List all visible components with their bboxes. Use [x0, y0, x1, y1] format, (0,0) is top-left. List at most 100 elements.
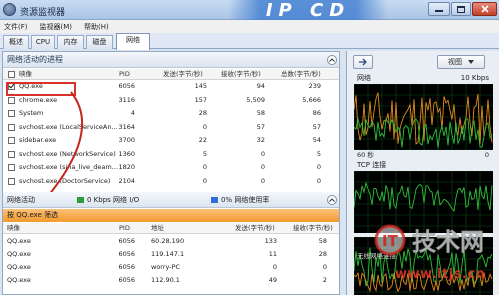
process-checkbox[interactable] [8, 123, 15, 131]
conn-recv: 2 [322, 276, 327, 284]
wireless-graph-plot [354, 237, 493, 295]
filter-bar[interactable]: 按 QQ.exe 筛选 [3, 209, 339, 222]
menu-file[interactable]: 文件(F) [4, 22, 28, 32]
network-graph [354, 84, 493, 150]
conn-col-recv[interactable]: 接收(字节/秒) [293, 223, 333, 234]
process-recv: 0 [260, 163, 265, 171]
col-send[interactable]: 发送(字节/秒) [163, 69, 203, 80]
process-checkbox[interactable] [8, 177, 15, 185]
view-dropdown[interactable]: 视图 [437, 55, 485, 69]
collapse-button[interactable] [327, 55, 337, 65]
usage-text: 0% 网络使用率 [221, 196, 270, 204]
tab-overview[interactable]: 概述 [3, 35, 29, 49]
col-pid[interactable]: PID [119, 69, 130, 80]
conn-send: 11 [268, 250, 277, 258]
menu-help[interactable]: 帮助(H) [84, 22, 109, 32]
conn-col-image[interactable]: 映像 [7, 223, 20, 234]
process-pid: 6056 [118, 82, 135, 90]
network-graph-scale: 10 Kbps [460, 74, 489, 82]
conn-pid: 6056 [118, 250, 135, 258]
tab-network[interactable]: 网络 [116, 33, 150, 50]
connections-column-header: 映像 PID 地址 发送(字节/秒) 接收(字节/秒) [3, 223, 339, 234]
processes-section-header[interactable]: 网络活动的进程 [3, 52, 339, 68]
network-graph-plot [354, 84, 493, 150]
window-title: 资源监视器 [20, 8, 66, 18]
process-send: 157 [194, 95, 207, 104]
process-row[interactable]: svchost.exe (LocalServiceAn... 3164 0 57 57 [3, 122, 339, 133]
process-total: 54 [312, 136, 321, 144]
conn-send: 133 [264, 237, 277, 245]
process-checkbox[interactable] [8, 164, 15, 171]
activity-summary-bar[interactable]: 网络活动 0 Kbps 网络 I/O 0% 网络使用率 [3, 192, 339, 208]
conn-name: QQ.exe [7, 263, 31, 271]
tab-disk[interactable]: 磁盘 [86, 35, 113, 49]
process-checkbox[interactable] [8, 96, 15, 104]
process-row[interactable]: svchost.exe (sina_live_deam... 1820 0 0 0 [3, 162, 339, 173]
process-pid: 3700 [118, 136, 135, 144]
process-recv: 58 [256, 109, 265, 117]
process-send: 22 [198, 136, 207, 144]
process-send: 145 [194, 82, 207, 90]
conn-pid: 6056 [118, 237, 135, 245]
collapse-activity-button[interactable] [327, 195, 337, 205]
minimize-button[interactable] [428, 2, 450, 16]
conn-send: 49 [268, 276, 277, 284]
network-graph-footer: 60 秒 0 [357, 150, 493, 160]
process-recv: 94 [256, 82, 265, 90]
network-graph-header: 网络 10 Kbps [357, 73, 493, 84]
tab-bar: 概述 CPU 内存 磁盘 网络 [0, 33, 499, 50]
conn-col-send[interactable]: 发送(字节/秒) [235, 223, 275, 234]
process-row[interactable]: svchost.exe (NetworkService) 1360 5 0 5 [3, 149, 339, 160]
conn-pid: 6056 [118, 276, 135, 284]
tab-memory[interactable]: 内存 [57, 35, 84, 49]
menu-monitor[interactable]: 监视器(M) [40, 22, 73, 32]
process-row[interactable]: sidebar.exe 3700 22 32 54 [3, 135, 339, 146]
connection-row[interactable]: QQ.exe 6056 worry-PC 0 0 [3, 262, 339, 273]
time-scale: 0 [484, 151, 489, 159]
process-send: 28 [198, 109, 207, 117]
process-checkbox[interactable] [8, 110, 15, 117]
time-label: 60 秒 [357, 151, 374, 159]
wireless-graph [354, 237, 493, 295]
connection-row[interactable]: QQ.exe 6056 112.90.1 49 2 [3, 275, 339, 286]
process-checkbox[interactable] [8, 137, 15, 144]
process-send: 0 [202, 163, 207, 171]
col-recv[interactable]: 接收(字节/秒) [221, 69, 261, 80]
conn-col-pid[interactable]: PID [119, 223, 130, 234]
process-recv: 5,509 [246, 95, 265, 104]
process-send: 0 [202, 176, 207, 185]
resource-monitor-icon [3, 3, 16, 16]
tcp-graph-label: TCP 连接 [357, 161, 387, 169]
watermark-url: www.itjs.cn [395, 267, 486, 282]
activity-title: 网络活动 [7, 196, 35, 204]
tcp-connections-line [354, 181, 493, 212]
pane-toggle-button[interactable] [353, 55, 373, 69]
conn-send: 0 [272, 263, 277, 271]
conn-address: 119.147.1 [151, 250, 185, 258]
process-name: chrome.exe [19, 95, 58, 104]
close-button[interactable] [472, 2, 497, 16]
process-pid: 3116 [118, 95, 135, 104]
maximize-button[interactable] [451, 2, 471, 16]
process-row[interactable]: chrome.exe 3116 157 5,509 5,666 [3, 95, 339, 106]
conn-col-addr[interactable]: 地址 [151, 223, 164, 234]
process-total: 239 [308, 82, 321, 90]
chevron-down-icon [468, 60, 474, 64]
process-checkbox[interactable] [8, 150, 15, 158]
col-image[interactable]: 映像 [19, 69, 32, 80]
conn-recv: 28 [318, 250, 327, 258]
tab-cpu[interactable]: CPU [31, 35, 55, 49]
connection-row[interactable]: QQ.exe 6056 119.147.1 11 28 [3, 249, 339, 260]
col-total[interactable]: 总数(字节/秒) [281, 69, 321, 80]
processes-column-header: 映像 PID 发送(字节/秒) 接收(字节/秒) 总数(字节/秒) [3, 69, 339, 80]
connection-row[interactable]: QQ.exe 6056 60.28.190 133 58 [3, 236, 339, 247]
network-graph-label: 网络 [357, 74, 371, 82]
process-send: 5 [202, 149, 207, 158]
select-all-checkbox[interactable] [8, 71, 15, 78]
process-row[interactable]: svchost.exe (DoctorService) 2104 0 0 0 [3, 176, 339, 187]
graph-pane: 视图 网络 10 Kbps 60 秒 0 TCP 连接 无线网络连接 [346, 51, 499, 295]
process-row[interactable]: System 4 28 58 86 [3, 108, 339, 119]
conn-address: 60.28.190 [151, 237, 185, 245]
conn-name: QQ.exe [7, 276, 31, 284]
conn-recv: 58 [318, 237, 327, 245]
